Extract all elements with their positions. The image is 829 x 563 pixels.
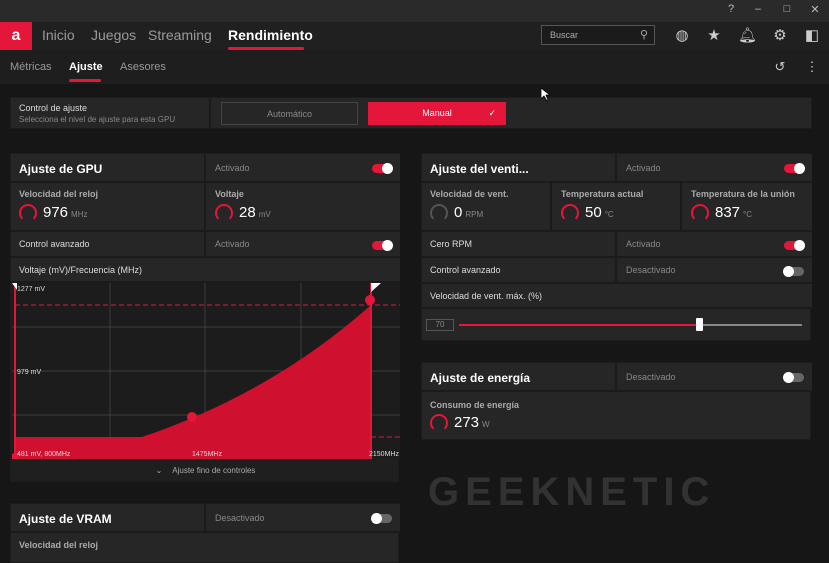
max-fan-slider[interactable] (459, 318, 802, 331)
manual-label: Manual (422, 108, 452, 118)
help-button[interactable]: ? (723, 3, 739, 15)
automatic-button[interactable]: Automático (221, 102, 358, 125)
globe-icon[interactable]: ◍ (673, 26, 691, 44)
voltage-frequency-curve[interactable]: 1277 mV 979 mV 481 mV, 800MHz 1475MHz 21… (12, 283, 400, 459)
tab-active-indicator (69, 79, 101, 82)
gpu-state: Activado (215, 163, 250, 173)
fan-advanced-label: Control avanzado (430, 265, 501, 275)
watermark: GEEKNETIC (428, 470, 716, 514)
temp-readout: 50 °C (561, 204, 614, 222)
nav-inicio[interactable]: Inicio (42, 27, 75, 43)
manual-button[interactable]: Manual ✓ (368, 102, 506, 125)
power-consumption-label: Consumo de energía (430, 400, 520, 410)
mouse-cursor-icon (541, 88, 551, 102)
star-icon[interactable]: ★ (705, 26, 723, 44)
clock-label: Velocidad del reloj (19, 189, 99, 199)
gauge-icon (430, 204, 448, 222)
fan-toggle[interactable] (784, 163, 805, 174)
tab-metricas[interactable]: Métricas (10, 61, 52, 73)
slider-thumb[interactable] (696, 318, 704, 331)
sidebar-icon[interactable]: ◧ (803, 26, 821, 44)
gauge-icon (561, 204, 579, 222)
tab-asesores[interactable]: Asesores (120, 61, 166, 73)
fan-speed-label: Velocidad de vent. (430, 189, 509, 199)
x-end-label: 2150MHz (369, 451, 399, 458)
maximize-button[interactable]: □ (779, 3, 795, 15)
curve-label: Voltaje (mV)/Frecuencia (MHz) (19, 265, 143, 275)
gpu-advanced-state: Activado (215, 239, 250, 249)
nav-streaming[interactable]: Streaming (148, 27, 212, 43)
gpu-tuning-panel: Ajuste de GPU Activado Velocidad del rel… (10, 153, 400, 483)
gpu-advanced-label: Control avanzado (19, 239, 90, 249)
fan-state: Activado (626, 163, 661, 173)
gauge-icon (19, 204, 37, 222)
power-state: Desactivado (626, 372, 676, 382)
close-button[interactable]: ✕ (807, 3, 823, 16)
fine-tune-toggle[interactable]: ⌄ Ajuste fino de controles (11, 459, 400, 483)
max-fan-value-input[interactable]: 70 (426, 319, 454, 331)
tuning-control-row: Control de ajuste Selecciona el nivel de… (10, 97, 812, 129)
title-bar (0, 0, 829, 22)
curve-point-max[interactable] (365, 295, 375, 305)
nav-juegos[interactable]: Juegos (91, 27, 136, 43)
search-placeholder: Buscar (550, 30, 579, 40)
tuning-control-subtitle: Selecciona el nivel de ajuste para esta … (19, 115, 176, 124)
search-icon: ⚲ (639, 29, 648, 41)
vram-state: Desactivado (215, 513, 265, 523)
tab-ajuste[interactable]: Ajuste (69, 61, 103, 73)
clock-readout: 976 MHz (19, 204, 87, 222)
power-title: Ajuste de energía (430, 371, 531, 385)
tuning-control-title: Control de ajuste (19, 103, 88, 113)
zero-rpm-label: Cero RPM (430, 239, 473, 249)
more-icon[interactable]: ⋮ (803, 59, 821, 75)
vram-toggle[interactable] (371, 513, 392, 524)
vram-clock-label: Velocidad del reloj (19, 540, 99, 550)
y-mid-label: 979 mV (17, 369, 41, 376)
reset-icon[interactable]: ↺ (771, 59, 789, 75)
gpu-toggle[interactable] (372, 163, 393, 174)
max-fan-label: Velocidad de vent. máx. (%) (430, 291, 543, 301)
power-readout: 273 W (430, 414, 490, 432)
voltage-readout: 28 mV (215, 204, 271, 222)
gauge-icon (430, 414, 448, 432)
fan-tuning-panel: Ajuste del venti... Activado Velocidad d… (421, 153, 812, 341)
voltage-label: Voltaje (215, 189, 244, 199)
gpu-advanced-toggle[interactable] (372, 240, 393, 251)
check-icon: ✓ (488, 108, 496, 118)
search-input[interactable]: Buscar ⚲ (541, 25, 655, 45)
fan-advanced-state: Desactivado (626, 265, 676, 275)
zero-rpm-state: Activado (626, 239, 661, 249)
chevron-down-icon: ⌄ (155, 466, 163, 475)
fan-speed-readout: 0 RPM (430, 204, 483, 222)
x-mid-label: 1475MHz (192, 451, 222, 458)
nav-rendimiento[interactable]: Rendimiento (228, 27, 313, 43)
junction-readout: 837 °C (691, 204, 752, 222)
vram-tuning-panel: Ajuste de VRAM Desactivado Velocidad del… (10, 503, 400, 563)
fan-advanced-toggle[interactable] (783, 266, 804, 277)
curve-point-mid[interactable] (187, 412, 197, 422)
slider-fill (459, 324, 700, 326)
minimize-button[interactable]: – (750, 3, 766, 15)
gauge-icon (691, 204, 709, 222)
y-top-label: 1277 mV (17, 286, 45, 293)
gear-icon[interactable]: ⚙ (771, 26, 789, 44)
temp-label: Temperatura actual (561, 189, 644, 199)
junction-label: Temperatura de la unión (691, 189, 795, 199)
amd-logo[interactable]: a (0, 22, 32, 50)
zero-rpm-toggle[interactable] (784, 240, 805, 251)
power-tuning-panel: Ajuste de energía Desactivado Consumo de… (421, 362, 812, 440)
gpu-title: Ajuste de GPU (19, 162, 103, 176)
power-toggle[interactable] (783, 372, 804, 383)
fan-title: Ajuste del venti... (430, 162, 529, 176)
bell-icon[interactable]: 🔔︎ (738, 26, 757, 44)
x-start-label: 481 mV, 800MHz (17, 451, 71, 458)
vram-title: Ajuste de VRAM (19, 512, 112, 526)
gauge-icon (215, 204, 233, 222)
